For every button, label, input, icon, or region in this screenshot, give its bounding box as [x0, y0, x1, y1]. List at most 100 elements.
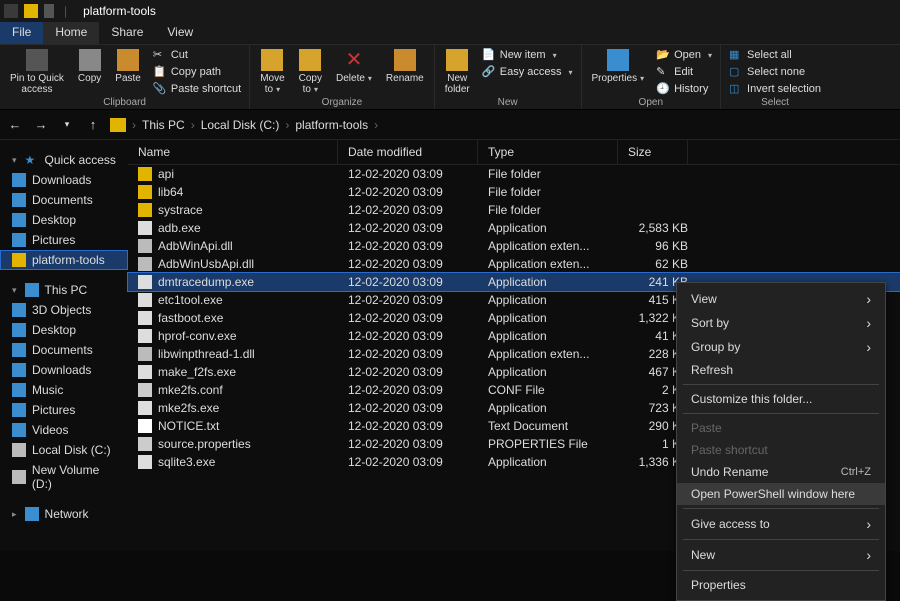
file-icon	[138, 185, 152, 199]
tab-file[interactable]: File	[0, 22, 43, 44]
context-menu: View Sort by Group by Refresh Customize …	[676, 282, 886, 601]
nav-forward-button[interactable]: →	[32, 117, 50, 132]
file-row[interactable]: adb.exe12-02-2020 03:09Application2,583 …	[128, 219, 900, 237]
col-name[interactable]: Name	[128, 140, 338, 164]
select-all-button[interactable]: ▦Select all	[727, 47, 823, 63]
sidebar-3d-objects[interactable]: 3D Objects	[0, 300, 128, 320]
breadcrumb-disk[interactable]: Local Disk (C:)	[201, 118, 280, 132]
file-type: CONF File	[478, 383, 618, 397]
sidebar-desktop[interactable]: Desktop	[0, 210, 128, 230]
ctx-sort-by[interactable]: Sort by	[677, 311, 885, 335]
col-date[interactable]: Date modified	[338, 140, 478, 164]
rename-button[interactable]: Rename	[382, 47, 428, 86]
breadcrumb-pc[interactable]: This PC	[142, 118, 185, 132]
copy-path-button[interactable]: 📋Copy path	[151, 64, 243, 80]
sidebar-downloads[interactable]: Downloads	[0, 170, 128, 190]
file-type: Application	[478, 401, 618, 415]
newfolder-label: New folder	[445, 73, 470, 95]
col-type[interactable]: Type	[478, 140, 618, 164]
sidebar-downloads2[interactable]: Downloads	[0, 360, 128, 380]
file-icon	[138, 455, 152, 469]
file-date: 12-02-2020 03:09	[338, 221, 478, 235]
file-row[interactable]: AdbWinUsbApi.dll12-02-2020 03:09Applicat…	[128, 255, 900, 273]
properties-button[interactable]: Properties	[588, 47, 649, 86]
paste-icon	[117, 49, 139, 71]
ctx-group-by[interactable]: Group by	[677, 335, 885, 359]
tab-view[interactable]: View	[155, 22, 205, 44]
col-size[interactable]: Size	[618, 140, 688, 164]
file-row[interactable]: api12-02-2020 03:09File folder	[128, 165, 900, 183]
paste-button[interactable]: Paste	[111, 47, 145, 86]
ctx-give-access[interactable]: Give access to	[677, 512, 885, 536]
sidebar-documents[interactable]: Documents	[0, 190, 128, 210]
nav-up-button[interactable]: ↑	[84, 117, 102, 132]
ctx-paste-shortcut: Paste shortcut	[677, 439, 885, 461]
file-row[interactable]: lib6412-02-2020 03:09File folder	[128, 183, 900, 201]
new-item-button[interactable]: 📄New item	[480, 47, 575, 63]
window-title: platform-tools	[83, 4, 156, 18]
select-none-button[interactable]: ▢Select none	[727, 64, 823, 80]
easyaccess-icon: 🔗	[482, 65, 496, 79]
ctx-separator	[683, 570, 879, 571]
ctx-properties[interactable]: Properties	[677, 574, 885, 596]
sidebar-desktop2[interactable]: Desktop	[0, 320, 128, 340]
breadcrumb-folder[interactable]: platform-tools	[295, 118, 368, 132]
move-to-button[interactable]: Move to	[256, 47, 288, 97]
sidebar-this-pc[interactable]: This PC	[0, 280, 128, 300]
ctx-customize[interactable]: Customize this folder...	[677, 388, 885, 410]
invert-selection-button[interactable]: ◫Invert selection	[727, 81, 823, 97]
delete-button[interactable]: ✕ Delete	[332, 47, 376, 86]
folder-icon	[24, 4, 38, 18]
file-date: 12-02-2020 03:09	[338, 239, 478, 253]
copy-label: Copy	[78, 73, 101, 84]
file-row[interactable]: AdbWinApi.dll12-02-2020 03:09Application…	[128, 237, 900, 255]
sidebar-platform-tools[interactable]: platform-tools	[0, 250, 128, 270]
copy-to-button[interactable]: Copy to	[295, 47, 326, 97]
sidebar-pictures[interactable]: Pictures	[0, 230, 128, 250]
ctx-refresh[interactable]: Refresh	[677, 359, 885, 381]
nav-back-button[interactable]: ←	[6, 117, 24, 132]
sidebar-music[interactable]: Music	[0, 380, 128, 400]
easy-access-button[interactable]: 🔗Easy access	[480, 64, 575, 80]
sidebar-network[interactable]: Network	[0, 504, 128, 524]
sidebar-new-volume[interactable]: New Volume (D:)	[0, 460, 128, 494]
sidebar-pictures2[interactable]: Pictures	[0, 400, 128, 420]
breadcrumb-folder-icon	[110, 118, 126, 132]
open-button[interactable]: 📂Open	[654, 47, 714, 63]
file-type: Text Document	[478, 419, 618, 433]
sidebar-videos[interactable]: Videos	[0, 420, 128, 440]
file-row[interactable]: systrace12-02-2020 03:09File folder	[128, 201, 900, 219]
ctx-open-powershell[interactable]: Open PowerShell window here	[677, 483, 885, 505]
pictures-icon	[12, 233, 26, 247]
delete-label: Delete	[336, 73, 372, 84]
file-icon	[138, 221, 152, 235]
sidebar-local-disk[interactable]: Local Disk (C:)	[0, 440, 128, 460]
history-button[interactable]: 🕘History	[654, 81, 714, 97]
ctx-view[interactable]: View	[677, 287, 885, 311]
copy-button[interactable]: Copy	[74, 47, 105, 86]
new-folder-button[interactable]: New folder	[441, 47, 474, 97]
file-date: 12-02-2020 03:09	[338, 437, 478, 451]
file-type: File folder	[478, 203, 618, 217]
file-name: dmtracedump.exe	[158, 275, 254, 289]
breadcrumb[interactable]: › This PC › Local Disk (C:) › platform-t…	[110, 118, 894, 132]
paste-shortcut-button[interactable]: 📎Paste shortcut	[151, 81, 243, 97]
nav-history-button[interactable]: ▾	[58, 119, 76, 130]
pin-button[interactable]: Pin to Quick access	[6, 47, 68, 97]
ctx-new[interactable]: New	[677, 543, 885, 567]
cut-button[interactable]: ✂Cut	[151, 47, 243, 63]
tab-share[interactable]: Share	[99, 22, 155, 44]
tab-home[interactable]: Home	[43, 22, 99, 44]
documents-icon	[12, 193, 26, 207]
file-name: lib64	[158, 185, 183, 199]
sidebar-quick-access[interactable]: ★Quick access	[0, 150, 128, 170]
file-icon	[138, 167, 152, 181]
objects3d-icon	[12, 303, 26, 317]
file-type: File folder	[478, 185, 618, 199]
sidebar-documents2[interactable]: Documents	[0, 340, 128, 360]
ctx-undo-rename[interactable]: Undo RenameCtrl+Z	[677, 461, 885, 483]
edit-button[interactable]: ✎Edit	[654, 64, 714, 80]
invert-icon: ◫	[729, 82, 743, 96]
copyto-icon	[299, 49, 321, 71]
selectnone-icon: ▢	[729, 65, 743, 79]
